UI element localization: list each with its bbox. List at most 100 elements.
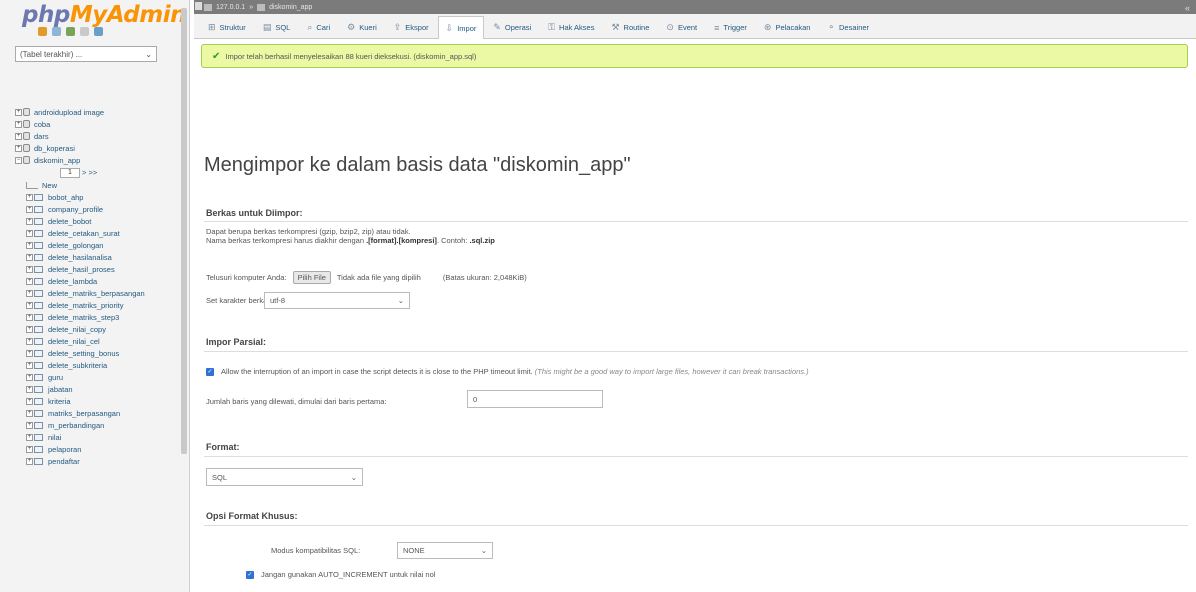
table-item[interactable]: + company_profile (0, 203, 180, 215)
expand-icon[interactable]: + (26, 445, 33, 453)
database-item-active[interactable]: − diskomin_app (0, 154, 180, 166)
export-icon: ⇪ (393, 22, 402, 32)
table-item[interactable]: + bobot_ahp (0, 191, 180, 203)
tab-trigger[interactable]: ≡ Trigger (706, 16, 755, 38)
page-select[interactable]: 1 (60, 167, 80, 178)
expand-icon[interactable]: + (26, 301, 33, 309)
expand-icon[interactable]: + (26, 217, 33, 225)
settings-icon[interactable] (80, 27, 89, 36)
table-item[interactable]: + delete_nilai_cel (0, 335, 180, 347)
tab-hak-akses[interactable]: ⚿ Hak Akses (540, 16, 602, 38)
expand-icon[interactable]: + (26, 253, 33, 261)
table-item[interactable]: + delete_hasil_proses (0, 263, 180, 275)
table-item[interactable]: + pendaftar (0, 455, 180, 467)
expand-icon[interactable]: + (26, 241, 33, 249)
expand-icon[interactable]: + (26, 385, 33, 393)
database-item[interactable]: + androidupload image (0, 106, 180, 118)
table-name: delete_cetakan_surat (48, 228, 120, 238)
expand-icon[interactable]: + (26, 349, 33, 357)
import-icon: ⇩ (445, 22, 454, 33)
collapse-icon[interactable]: − (15, 156, 22, 164)
auto-increment-label[interactable]: Jangan gunakan AUTO_INCREMENT untuk nila… (261, 570, 435, 579)
auto-increment-checkbox[interactable]: ✓ (246, 571, 254, 580)
phpmyadmin-logo[interactable]: phpMyAdmin (22, 2, 186, 28)
tab-impor[interactable]: ⇩ Impor (437, 16, 485, 39)
new-table-item[interactable]: New (0, 179, 180, 191)
expand-icon[interactable]: + (26, 193, 33, 201)
table-item[interactable]: + delete_matriks_berpasangan (0, 287, 180, 299)
expand-icon[interactable]: + (15, 108, 22, 116)
expand-icon[interactable]: + (15, 132, 22, 140)
tab-sql[interactable]: ▤ SQL (255, 16, 299, 38)
new-table-label: New (42, 180, 58, 190)
table-item[interactable]: + delete_nilai_copy (0, 323, 180, 335)
expand-icon[interactable]: + (26, 265, 33, 273)
tab-pelacakan[interactable]: ⊛ Pelacakan (756, 16, 819, 38)
home-icon[interactable] (38, 27, 47, 36)
reload-icon[interactable] (94, 27, 103, 36)
expand-icon[interactable]: + (15, 120, 22, 128)
expand-icon[interactable]: + (26, 361, 33, 369)
tab-cari[interactable]: ⌕ Cari (299, 16, 338, 38)
database-item[interactable]: + dars (0, 130, 180, 142)
breadcrumb-database[interactable]: diskomin_app (269, 4, 312, 11)
tab-routine[interactable]: ⚒ Routine (603, 16, 657, 38)
table-icon (34, 433, 43, 441)
collapse-menu-icon[interactable]: « (1185, 3, 1190, 13)
tab-event[interactable]: ⊙ Event (658, 16, 705, 38)
database-item[interactable]: + coba (0, 118, 180, 130)
compat-mode-value: NONE (403, 546, 425, 555)
table-item[interactable]: + delete_hasilanalisa (0, 251, 180, 263)
table-item[interactable]: + jabatan (0, 383, 180, 395)
skip-rows-input[interactable]: 0 (467, 390, 603, 408)
expand-icon[interactable]: + (15, 144, 22, 152)
nav-scrollbar[interactable] (181, 8, 187, 454)
expand-icon[interactable]: + (26, 409, 33, 417)
expand-icon[interactable]: + (26, 373, 33, 381)
table-name: jabatan (48, 384, 73, 394)
nav-toggle-icon[interactable] (195, 2, 202, 10)
table-item[interactable]: + delete_cetakan_surat (0, 227, 180, 239)
recent-tables-select[interactable]: (Tabel terakhir) ... ⌄ (15, 46, 157, 62)
allow-interrupt-label[interactable]: Allow the interruption of an import in c… (221, 367, 533, 376)
table-item[interactable]: + delete_matriks_priority (0, 299, 180, 311)
table-item[interactable]: + delete_golongan (0, 239, 180, 251)
tab-operasi[interactable]: ✎ Operasi (485, 16, 539, 38)
table-item[interactable]: + nilai (0, 431, 180, 443)
expand-icon[interactable]: + (26, 337, 33, 345)
table-item[interactable]: + kriteria (0, 395, 180, 407)
expand-icon[interactable]: + (26, 277, 33, 285)
table-item[interactable]: + delete_setting_bonus (0, 347, 180, 359)
charset-select[interactable]: utf-8 ⌄ (264, 292, 410, 309)
table-item[interactable]: + pelaporan (0, 443, 180, 455)
database-item[interactable]: + db_koperasi (0, 142, 180, 154)
expand-icon[interactable]: + (26, 313, 33, 321)
breadcrumb-server[interactable]: 127.0.0.1 (216, 4, 245, 11)
table-item[interactable]: + delete_matriks_step3 (0, 311, 180, 323)
tab-struktur[interactable]: ⊞ Struktur (200, 16, 254, 38)
table-item[interactable]: + guru (0, 371, 180, 383)
choose-file-button[interactable]: Pilih File (292, 271, 331, 284)
expand-icon[interactable]: + (26, 289, 33, 297)
expand-icon[interactable]: + (26, 457, 33, 465)
table-item[interactable]: + m_perbandingan (0, 419, 180, 431)
tab-desainer[interactable]: ⚬ Desainer (819, 16, 877, 38)
allow-interrupt-checkbox[interactable]: ✓ (206, 368, 214, 377)
tab-kueri[interactable]: ⚙ Kueri (339, 16, 385, 38)
expand-icon[interactable]: + (26, 229, 33, 237)
table-item[interactable]: + delete_bobot (0, 215, 180, 227)
expand-icon[interactable]: + (26, 421, 33, 429)
expand-icon[interactable]: + (26, 397, 33, 405)
table-item[interactable]: + delete_subkriteria (0, 359, 180, 371)
docs-icon[interactable] (66, 27, 75, 36)
format-select[interactable]: SQL ⌄ (206, 468, 363, 486)
expand-icon[interactable]: + (26, 205, 33, 213)
expand-icon[interactable]: + (26, 433, 33, 441)
expand-icon[interactable]: + (26, 325, 33, 333)
pager-next-links[interactable]: > >> (82, 168, 97, 177)
logout-icon[interactable] (52, 27, 61, 36)
table-item[interactable]: + matriks_berpasangan (0, 407, 180, 419)
table-item[interactable]: + delete_lambda (0, 275, 180, 287)
tab-ekspor[interactable]: ⇪ Ekspor (386, 16, 437, 38)
compat-mode-select[interactable]: NONE ⌄ (397, 542, 493, 559)
